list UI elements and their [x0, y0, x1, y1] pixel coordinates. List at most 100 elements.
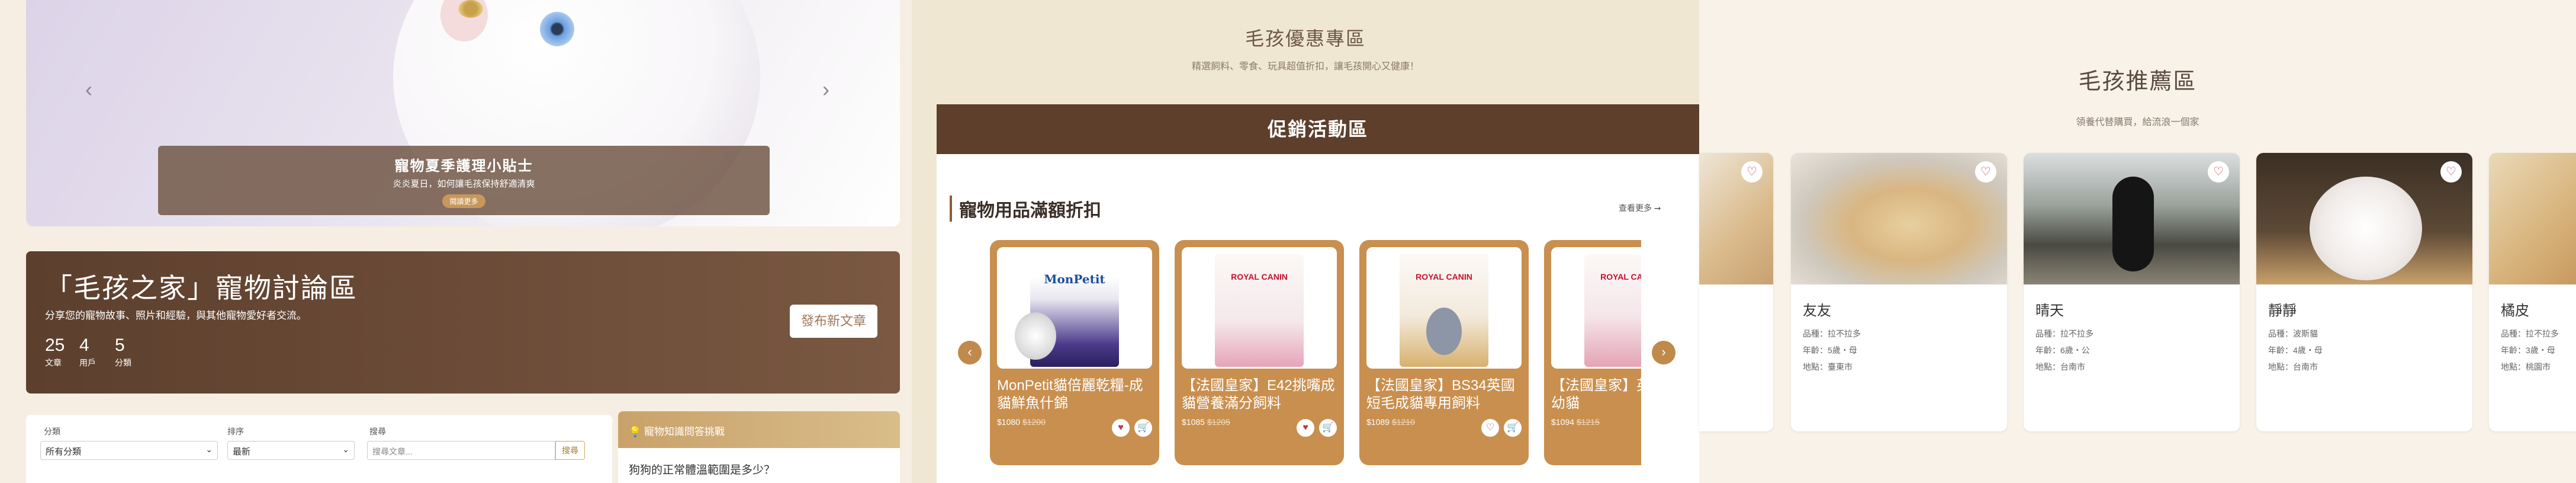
pet-location: 地點：桃園市 [2501, 362, 2551, 372]
pet-card[interactable]: ♡ 靜靜 品種：波斯貓 年齡：4歲・母 地點：台南市 [2256, 153, 2472, 431]
black-dog [2112, 177, 2154, 271]
quiz-question: 狗狗的正常體溫範圍是多少？ [629, 464, 776, 476]
pet-photo [2489, 153, 2576, 284]
pet-card[interactable]: ♡ 晴天 品種：拉不拉多 年齡：6歲・公 地點：台南市 [2024, 153, 2240, 431]
quiz-title: 寵物知識問答挑戰 [644, 426, 725, 437]
pet-age: 年齡：6歲・公 [2035, 346, 2090, 355]
product-name: 【法國皇家】英國短毛幼貓 [1551, 378, 1641, 411]
new-post-button[interactable]: 發布新文章 [790, 305, 877, 338]
heart-icon[interactable]: ♡ [1975, 161, 1996, 183]
pet-photo: ♡ [2024, 153, 2240, 284]
forum-title: 「毛孩之家」寵物討論區 [45, 272, 358, 304]
cat-eye-left [458, 0, 483, 18]
stat-categories: 5 分類 [115, 335, 131, 369]
quiz-header: 💡 寵物知識問答挑戰 [618, 411, 900, 448]
pet-info: 品種：拉不拉多 年齡：3歲・母 地點：桃園市 [2501, 325, 2576, 375]
pet-location: 地點：臺東市 [1803, 362, 1853, 372]
product-image: MonPetit [997, 247, 1152, 369]
pet-info: 品種：拉不拉多 年齡：5歲・母 地點：臺東市 [1803, 325, 2007, 375]
category-value: 所有分類 [46, 447, 82, 457]
stat-label: 用戶 [79, 358, 96, 367]
carousel-prev-button[interactable]: ‹ [958, 341, 982, 364]
pet-breed: 品種：波斯貓 [2268, 329, 2318, 338]
pet-age: 年齡：5歲・母 [1803, 346, 1857, 355]
search-input[interactable]: 搜尋文章... [367, 441, 555, 460]
sort-value: 最新 [233, 447, 251, 457]
section-title: 寵物用品滿額折扣 [950, 196, 1101, 222]
filter-bar: 分類 所有分類 ⌄ 排序 最新 ⌄ 搜尋 搜尋文章... 搜尋 [26, 415, 612, 483]
brand-logo: ROYAL CANIN [1416, 272, 1472, 282]
product-name: 【法國皇家】BS34英國短毛成貓專用飼料 [1366, 378, 1515, 411]
search-label: 搜尋 [369, 427, 386, 436]
product-card[interactable]: ROYAL CANIN 【法國皇家】英國短毛幼貓 $1094$1215 ♥ 🛒 [1544, 240, 1641, 465]
pet-name: 橘皮 [2501, 303, 2529, 319]
favorite-icon[interactable]: ♥ [1112, 419, 1130, 437]
heart-icon[interactable]: ♡ [2440, 161, 2462, 183]
royal-canin-bag: ROYAL CANIN [1400, 254, 1488, 367]
brand-logo: ROYAL CANIN [1231, 272, 1288, 282]
promo-page-subtitle: 精選飼料、零食、玩具超值折扣，讓毛孩開心又健康！ [1191, 62, 1419, 72]
persian-cat [2310, 177, 2422, 280]
category-select[interactable]: 所有分類 ⌄ [40, 441, 218, 460]
pet-photo: ♡ [1791, 153, 2007, 284]
product-card[interactable]: ROYAL CANIN 【法國皇家】BS34英國短毛成貓專用飼料 $1089 $1… [1359, 240, 1529, 465]
caption-subtitle: 炎炎夏日，如何讓毛孩保持舒適清爽 [393, 179, 535, 189]
pet-breed: 品種：拉不拉多 [2035, 329, 2093, 338]
pet-name: 靜靜 [2268, 303, 2297, 319]
pet-name: 友友 [1803, 303, 1831, 319]
see-more-link[interactable]: 查看更多 ➞ [1619, 202, 1661, 214]
pet-age: 年齡：4歲・母 [2268, 346, 2323, 355]
pet-location: 地點：台南市 [2268, 362, 2318, 372]
pet-location: 地點：台南市 [2035, 362, 2085, 372]
product-name: 【法國皇家】E42挑嘴成貓營養滿分飼料 [1182, 378, 1335, 411]
carousel-prev-icon[interactable]: ‹ [85, 77, 92, 102]
carousel-next-icon[interactable]: › [822, 77, 829, 102]
quiz-card: 💡 寵物知識問答挑戰 狗狗的正常體溫範圍是多少？ [618, 411, 900, 483]
product-card[interactable]: ROYAL CANIN 【法國皇家】E42挑嘴成貓營養滿分飼料 $1085 $12… [1175, 240, 1344, 465]
product-card[interactable]: MonPetit MonPetit貓倍麗乾糧-成貓鮮魚什錦 $1080 $1200… [990, 240, 1159, 465]
stat-articles: 25 文章 [45, 335, 65, 369]
sort-select[interactable]: 最新 ⌄ [227, 441, 355, 460]
cart-icon[interactable]: 🛒 [1134, 419, 1152, 437]
pet-card-partial[interactable]: 橘皮 品種：拉不拉多 年齡：3歲・母 地點：桃園市 [2489, 153, 2576, 431]
royal-canin-bag: ROYAL CANIN [1584, 254, 1641, 367]
promo-page-title: 毛孩優惠專區 [1244, 28, 1366, 49]
pet-photo: ♡ [2256, 153, 2472, 284]
forum-banner: 「毛孩之家」寵物討論區 分享您的寵物故事、照片和經驗，與其他寵物愛好者交流。 2… [26, 251, 900, 394]
search-button[interactable]: 搜尋 [555, 441, 585, 460]
product-image: ROYAL CANIN [1182, 247, 1337, 369]
cart-icon[interactable]: 🛒 [1504, 419, 1522, 437]
cat-image [1426, 308, 1462, 355]
stat-number: 4 [79, 335, 89, 355]
carousel-caption: 寵物夏季護理小貼士 炎炎夏日，如何讓毛孩保持舒適清爽 閱讀更多 [158, 146, 770, 215]
stat-number: 25 [45, 335, 65, 355]
hero-carousel: ‹ › 寵物夏季護理小貼士 炎炎夏日，如何讓毛孩保持舒適清爽 閱讀更多 [26, 0, 900, 226]
recommend-subtitle: 領養代替購買，給流浪一個家 [2076, 117, 2199, 127]
royal-canin-bag: ROYAL CANIN [1215, 254, 1304, 367]
carousel-next-button[interactable]: › [1652, 341, 1675, 364]
stat-number: 5 [115, 335, 125, 355]
cat-eye-right [540, 12, 574, 46]
favorite-icon[interactable]: ♡ [1481, 419, 1499, 437]
read-more-button[interactable]: 閱讀更多 [442, 194, 485, 208]
cart-icon[interactable]: 🛒 [1319, 419, 1337, 437]
product-image: ROYAL CANIN [1551, 247, 1641, 369]
product-carousel: MonPetit MonPetit貓倍麗乾糧-成貓鮮魚什錦 $1080 $1200… [990, 240, 1641, 483]
pet-card-partial[interactable]: ♡ [1699, 153, 1773, 431]
favorite-icon[interactable]: ♥ [1297, 419, 1314, 437]
sort-label: 排序 [227, 427, 244, 436]
lightbulb-icon: 💡 [629, 426, 642, 437]
pet-name: 晴天 [2035, 303, 2064, 319]
category-label: 分類 [44, 427, 60, 436]
recommend-title: 毛孩推薦區 [2078, 69, 2197, 94]
pet-breed: 品種：拉不拉多 [1803, 329, 1861, 338]
chevron-down-icon: ⌄ [205, 444, 213, 454]
caption-title: 寵物夏季護理小貼士 [394, 158, 533, 174]
heart-icon[interactable]: ♡ [2208, 161, 2229, 183]
heart-icon[interactable]: ♡ [1741, 161, 1763, 183]
product-image: ROYAL CANIN [1366, 247, 1522, 369]
pet-card[interactable]: ♡ 友友 品種：拉不拉多 年齡：5歲・母 地點：臺東市 [1791, 153, 2007, 431]
pet-breed: 品種：拉不拉多 [2501, 329, 2559, 338]
brand-logo: MonPetit [1044, 272, 1105, 286]
stat-users: 4 用戶 [79, 335, 96, 369]
